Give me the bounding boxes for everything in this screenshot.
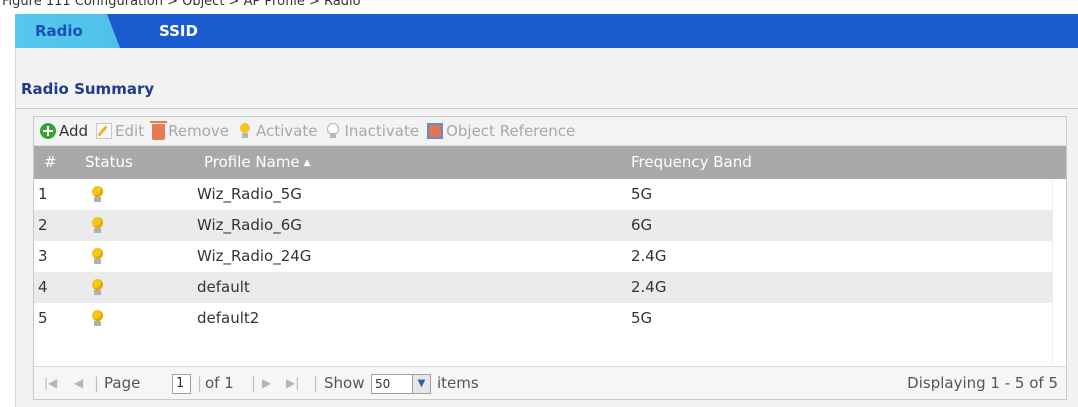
pager-separator: | (313, 374, 319, 392)
page-size-select[interactable]: 50 ▼ (371, 374, 431, 394)
remove-button[interactable]: Remove (150, 121, 229, 140)
column-header-index[interactable]: # (44, 146, 57, 179)
pagination-bar: |◀ ◀ | Page 1 | of 1 | ▶ ▶| | Show 50 ▼ … (34, 366, 1066, 399)
object-reference-button[interactable]: Object Reference (427, 122, 575, 140)
section-title: Radio Summary (21, 80, 155, 98)
inactivate-button[interactable]: Inactivate (325, 122, 419, 140)
add-icon (40, 123, 56, 139)
row-frequency-band: 5G (631, 309, 653, 327)
lightbulb-on-icon (90, 279, 106, 296)
row-index: 3 (38, 247, 48, 265)
lightbulb-on-icon (90, 310, 106, 327)
lightbulb-on-icon (90, 248, 106, 265)
lightbulb-off-icon (325, 123, 341, 139)
row-index: 5 (38, 309, 48, 327)
edit-icon (96, 123, 113, 139)
row-frequency-band: 6G (631, 216, 653, 234)
tab-bar: Radio SSID (15, 14, 1078, 48)
column-header-profile-name[interactable]: Profile Name ▲ (204, 146, 311, 180)
previous-page-icon[interactable]: ◀ (74, 367, 83, 400)
table-header: # Status Profile Name ▲ Frequency Band (34, 146, 1066, 179)
page-label: Page (104, 374, 141, 392)
row-frequency-band: 5G (631, 185, 653, 203)
lightbulb-on-icon (237, 123, 253, 139)
page-size-value: 50 (375, 377, 391, 391)
row-index: 4 (38, 278, 48, 296)
tab-radio[interactable]: Radio (15, 14, 120, 48)
page-count-label: of 1 (205, 374, 234, 392)
grid-toolbar: Add Edit Remove Activate Inactivate Obje… (34, 117, 1066, 146)
tab-ssid[interactable]: SSID (159, 14, 198, 48)
row-frequency-band: 2.4G (631, 278, 667, 296)
table-row[interactable]: 3 Wiz_Radio_24G 2.4G (34, 241, 1053, 272)
row-frequency-band: 2.4G (631, 247, 667, 265)
row-profile-name: Wiz_Radio_24G (197, 247, 312, 265)
inactivate-label: Inactivate (344, 122, 420, 140)
column-header-frequency-band[interactable]: Frequency Band (631, 146, 752, 179)
row-profile-name: Wiz_Radio_5G (197, 185, 302, 203)
show-label: Show (324, 374, 365, 392)
column-header-status[interactable]: Status (85, 146, 133, 179)
figure-caption: Figure 111 Configuration > Object > AP P… (2, 0, 361, 9)
radio-profile-grid: Add Edit Remove Activate Inactivate Obje… (33, 116, 1067, 400)
profile-name-header-label: Profile Name (204, 153, 300, 171)
row-profile-name: default2 (197, 309, 260, 327)
items-label: items (437, 374, 479, 392)
object-reference-icon (427, 123, 444, 139)
add-button[interactable]: Add (40, 122, 88, 140)
trash-icon (150, 121, 168, 140)
next-page-icon[interactable]: ▶ (262, 367, 271, 400)
chevron-down-icon: ▼ (412, 375, 430, 393)
section-divider (15, 108, 1078, 109)
row-index: 2 (38, 216, 48, 234)
row-profile-name: Wiz_Radio_6G (197, 216, 302, 234)
object-reference-label: Object Reference (446, 122, 576, 140)
pager-separator: | (197, 374, 203, 392)
edit-button[interactable]: Edit (96, 122, 144, 140)
lightbulb-on-icon (90, 217, 106, 234)
activate-button[interactable]: Activate (237, 122, 317, 140)
edit-label: Edit (115, 122, 145, 140)
displaying-count: Displaying 1 - 5 of 5 (907, 374, 1058, 392)
vertical-scrollbar[interactable] (1052, 179, 1066, 364)
lightbulb-on-icon (90, 186, 106, 203)
row-index: 1 (38, 185, 48, 203)
table-row[interactable]: 5 default2 5G (34, 303, 1053, 334)
table-body: 1 Wiz_Radio_5G 5G 2 Wiz_Radio_6G 6G 3 Wi… (34, 179, 1053, 364)
table-row[interactable]: 1 Wiz_Radio_5G 5G (34, 179, 1053, 210)
table-row[interactable]: 4 default 2.4G (34, 272, 1053, 303)
table-row[interactable]: 2 Wiz_Radio_6G 6G (34, 210, 1053, 241)
pager-separator: | (251, 374, 257, 392)
activate-label: Activate (255, 122, 318, 140)
add-label: Add (59, 122, 89, 140)
remove-label: Remove (168, 122, 229, 140)
pager-separator: | (94, 374, 100, 392)
last-page-icon[interactable]: ▶| (286, 367, 299, 400)
page-number-input[interactable]: 1 (172, 374, 191, 394)
row-profile-name: default (197, 278, 250, 296)
sort-ascending-icon: ▲ (303, 158, 311, 168)
first-page-icon[interactable]: |◀ (44, 367, 57, 400)
